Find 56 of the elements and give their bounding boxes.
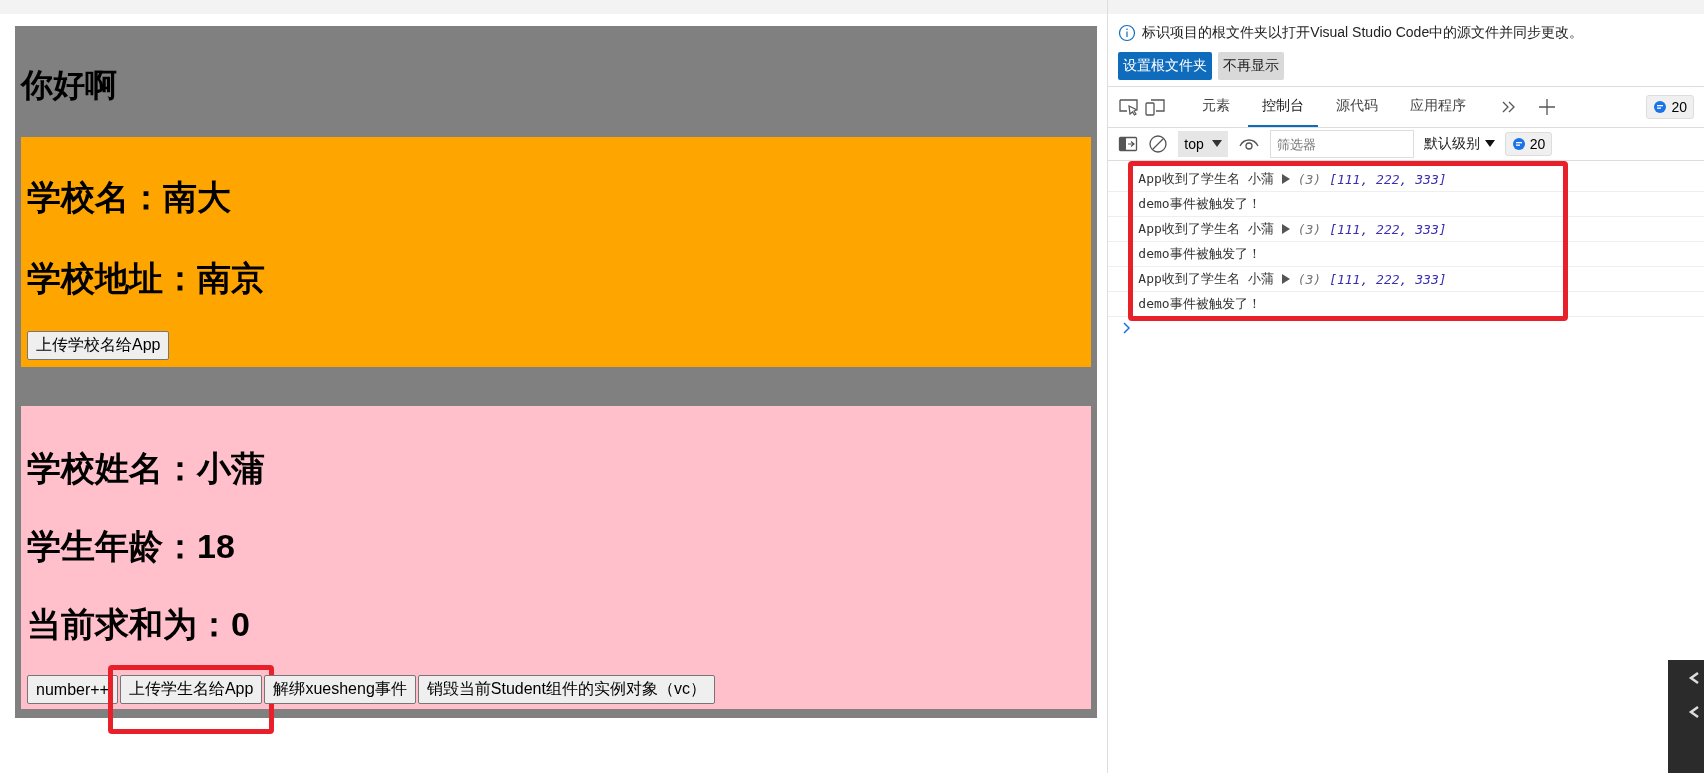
page-heading: 你好啊 [21, 66, 118, 105]
chevron-left-icon[interactable] [1688, 670, 1700, 686]
action-button[interactable]: number++ [27, 675, 118, 704]
filter-field[interactable]: 筛选器 [1269, 130, 1414, 158]
banner-button[interactable]: 设置根文件夹 [1118, 52, 1213, 80]
devtools-tab[interactable]: 元素 [1188, 87, 1245, 127]
info-icon [1118, 24, 1137, 42]
count-text: 20 [1529, 136, 1546, 152]
array-value: [111, 222, 333] [1329, 271, 1447, 287]
context-dropdown[interactable]: top [1178, 131, 1228, 157]
upload-school-button[interactable]: 上传学校名给App [27, 331, 170, 360]
console-message: App收到了学生名 小蒲 [1138, 270, 1274, 288]
count-text: 20 [1671, 99, 1687, 115]
level-text: 默认级别 [1423, 135, 1480, 153]
device-icon[interactable] [1144, 97, 1167, 117]
array-length: (3) [1297, 271, 1322, 287]
message-icon [1511, 137, 1526, 151]
console-message: demo事件被触发了！ [1138, 295, 1261, 313]
expand-icon[interactable] [1281, 224, 1290, 234]
expand-icon[interactable] [1281, 274, 1290, 284]
context-text: top [1184, 136, 1204, 152]
sidebar-icon[interactable] [1118, 135, 1139, 153]
console-message: demo事件被触发了！ [1138, 245, 1261, 263]
expand-icon[interactable] [1281, 174, 1290, 184]
inspect-icon[interactable] [1118, 97, 1141, 117]
message-count[interactable]: 20 [1646, 95, 1694, 119]
add-tab-icon[interactable] [1538, 98, 1557, 116]
action-button[interactable]: 解绑xuesheng事件 [264, 675, 416, 704]
devtools-tab[interactable]: 源代码 [1322, 87, 1393, 127]
devtools-tab[interactable]: 控制台 [1248, 87, 1319, 127]
dropdown-icon [1211, 140, 1222, 148]
console-message: App收到了学生名 小蒲 [1138, 220, 1274, 238]
array-value: [111, 222, 333] [1329, 221, 1447, 237]
devtools-tab[interactable]: 应用程序 [1396, 87, 1481, 127]
array-length: (3) [1297, 221, 1322, 237]
student-info: 学校姓名：小蒲 [27, 448, 266, 489]
prompt-icon[interactable] [1122, 321, 1133, 335]
message-icon [1653, 100, 1668, 114]
student-info: 当前求和为：0 [27, 604, 251, 645]
console-message: demo事件被触发了！ [1138, 195, 1261, 213]
school-info: 学校名：南大 [27, 177, 232, 218]
banner-button[interactable]: 不再显示 [1218, 52, 1285, 80]
banner-message: 标识项目的根文件夹以打开Visual Studio Code中的源文件并同步更改。 [1142, 24, 1584, 42]
action-button[interactable]: 上传学生名给App [119, 675, 263, 704]
level-dropdown[interactable]: 默认级别 [1423, 135, 1495, 153]
clear-console-icon[interactable] [1148, 134, 1169, 154]
chevron-left-icon[interactable] [1688, 704, 1700, 720]
console-message: App收到了学生名 小蒲 [1138, 170, 1274, 188]
array-length: (3) [1297, 171, 1322, 187]
array-value: [111, 222, 333] [1329, 171, 1447, 187]
school-info: 学校地址：南京 [27, 258, 266, 299]
message-count[interactable]: 20 [1504, 132, 1553, 156]
student-info: 学生年龄：18 [27, 526, 236, 567]
dropdown-icon [1484, 140, 1495, 148]
eye-icon[interactable] [1237, 136, 1260, 152]
action-button[interactable]: 销毁当前Student组件的实例对象（vc） [417, 675, 715, 704]
